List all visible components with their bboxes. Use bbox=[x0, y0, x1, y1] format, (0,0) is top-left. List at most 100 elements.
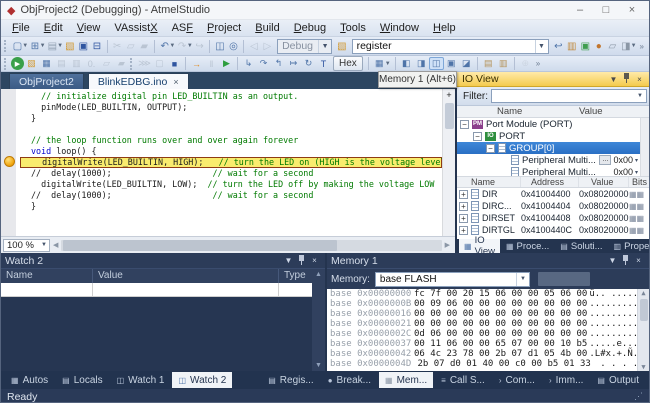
toolbar-grip[interactable] bbox=[4, 58, 8, 70]
io-register-column-header[interactable]: Name Address Value Bits bbox=[457, 176, 649, 188]
tree-expander-icon[interactable]: − bbox=[460, 120, 469, 129]
scroll-up-icon[interactable]: ▲ bbox=[638, 289, 649, 297]
editor-vertical-scrollbar[interactable]: + bbox=[442, 89, 455, 236]
find-icon[interactable]: ◎ bbox=[227, 39, 241, 54]
close-icon[interactable]: × bbox=[308, 256, 321, 265]
menu-window[interactable]: Window bbox=[373, 20, 426, 36]
bottom-tab-watch-1[interactable]: ◫Watch 1 bbox=[111, 372, 171, 388]
window-layout-icon[interactable]: ◫ bbox=[213, 39, 227, 54]
profile-icon[interactable]: ● bbox=[592, 39, 606, 54]
save-all-icon[interactable]: ⊟ bbox=[90, 39, 104, 54]
search-combo[interactable]: register▼ bbox=[352, 39, 549, 54]
debug-config-combo[interactable]: Debug▼ bbox=[277, 39, 332, 54]
io-tree-column-header[interactable]: Name Value bbox=[457, 106, 649, 118]
io-tree-row-peripheral-multi-[interactable]: Peripheral Multi...0x00▾ bbox=[457, 166, 649, 176]
watch-window-icon[interactable]: ◧ bbox=[399, 57, 414, 70]
memory-row[interactable]: base 0x00000000fc 7f 00 20 15 06 00 00 0… bbox=[327, 289, 649, 299]
tree-expander-icon[interactable]: − bbox=[473, 132, 482, 141]
tree-expander-icon[interactable]: − bbox=[486, 144, 495, 153]
window-position-icon[interactable]: ▼ bbox=[607, 75, 620, 84]
memory-1-header[interactable]: Memory 1 ▼ × bbox=[327, 253, 649, 269]
bottom-tab-regis-[interactable]: ▤Regis... bbox=[262, 372, 319, 388]
bottom-tab-watch-2[interactable]: ◫Watch 2 bbox=[172, 372, 232, 388]
stop-debug-icon[interactable]: ■ bbox=[167, 57, 182, 70]
panel-tab-proce-[interactable]: ▦Proce... bbox=[501, 239, 554, 253]
io-tree-row-peripheral-multi-[interactable]: Peripheral Multi......0x00▾ bbox=[457, 154, 649, 166]
watch-column-header[interactable]: Name Value Type bbox=[1, 269, 325, 283]
toolbar-grip[interactable] bbox=[4, 40, 8, 52]
watch-scrollbar[interactable]: ▲ ▼ bbox=[312, 269, 325, 371]
export-template-icon[interactable]: ▥ bbox=[565, 39, 579, 54]
bottom-tab-locals[interactable]: ▤Locals bbox=[56, 372, 108, 388]
navigate-back-icon[interactable]: ↩ bbox=[552, 39, 566, 54]
io-tree-row-port-module-port-[interactable]: −PMPort Module (PORT) bbox=[457, 118, 649, 130]
panel-tab-io-view[interactable]: ▦IO View bbox=[459, 239, 500, 253]
quick-open-icon[interactable]: ▧ bbox=[335, 39, 349, 54]
document-tab-objproject2[interactable]: ObjProject2 bbox=[9, 73, 84, 89]
memory-window-icon[interactable]: ▦ bbox=[372, 57, 387, 70]
breakpoints-window-icon[interactable]: ▤ bbox=[481, 57, 496, 70]
menu-debug[interactable]: Debug bbox=[287, 20, 333, 36]
bottom-tab-call-s-[interactable]: ≡Call S... bbox=[435, 372, 491, 388]
memory-row[interactable]: base 0x0000002C0d 06 00 00 00 00 00 00 0… bbox=[327, 329, 649, 339]
extension-icon[interactable]: ▱ bbox=[606, 39, 620, 54]
toolbar-overflow-icon[interactable]: » bbox=[637, 42, 647, 51]
io-register-row-dirc-[interactable]: +DIRC...0x410044040x08020000▦▦ bbox=[457, 200, 649, 212]
memory-view-window-icon[interactable]: ◫ bbox=[429, 57, 444, 70]
pin-icon[interactable] bbox=[620, 73, 633, 85]
bottom-tab-break-[interactable]: ●Break... bbox=[322, 372, 377, 388]
editor-zoom-combo[interactable]: 100 % ▼ bbox=[3, 239, 50, 252]
pin-icon[interactable] bbox=[619, 255, 632, 267]
new-file-icon[interactable]: ▢ bbox=[11, 39, 25, 54]
scroll-down-icon[interactable]: ▼ bbox=[638, 363, 649, 371]
row-expander-icon[interactable]: + bbox=[459, 214, 468, 223]
save-as-icon[interactable]: ▤ bbox=[46, 39, 60, 54]
menu-tools[interactable]: Tools bbox=[333, 20, 373, 36]
editor-horizontal-scrollbar[interactable] bbox=[61, 240, 441, 251]
bottom-tab-imm-[interactable]: ›Imm... bbox=[543, 372, 589, 388]
toolbar-grip[interactable] bbox=[130, 58, 134, 70]
step-out-icon[interactable]: ↰ bbox=[271, 57, 286, 70]
menu-project[interactable]: Project bbox=[200, 20, 248, 36]
io-tree-row-group-0-[interactable]: −GROUP[0] bbox=[457, 142, 649, 154]
memory-address-box[interactable] bbox=[538, 272, 590, 286]
document-tab-blinkedbg-ino[interactable]: BlinkEDBG.ino× bbox=[88, 73, 189, 89]
continue-icon[interactable]: ▶ bbox=[219, 57, 234, 70]
reset-icon[interactable]: ↻ bbox=[301, 57, 316, 70]
io-register-row-dirset[interactable]: +DIRSET0x410044080x08020000▦▦ bbox=[457, 212, 649, 224]
registers-window-icon[interactable]: ▣ bbox=[444, 57, 459, 70]
menu-view[interactable]: View bbox=[70, 20, 108, 36]
save-icon[interactable]: ▣ bbox=[77, 39, 91, 54]
io-tree-scrollbar[interactable] bbox=[640, 118, 649, 176]
add-item-icon[interactable]: ⊞ bbox=[28, 39, 42, 54]
hex-button[interactable]: Hex bbox=[333, 56, 363, 71]
bottom-tab-mem-[interactable]: ▦Mem... bbox=[379, 372, 433, 388]
show-next-statement-icon[interactable]: → bbox=[189, 57, 204, 70]
step-over-icon[interactable]: ↷ bbox=[256, 57, 271, 70]
code-editor[interactable]: // initialize digital pin LED_BUILTIN as… bbox=[1, 89, 455, 236]
disassembly-window-icon[interactable]: ◪ bbox=[459, 57, 474, 70]
bottom-tab-output[interactable]: ▤Output bbox=[591, 372, 645, 388]
resize-grip[interactable]: ⋰ bbox=[634, 391, 643, 402]
memory-row[interactable]: base 0x0000004D2b 07 d0 01 40 00 c0 00 b… bbox=[327, 359, 649, 369]
watch-empty-row[interactable] bbox=[1, 283, 325, 297]
memory-scroll-thumb[interactable] bbox=[640, 299, 648, 321]
memory-row[interactable]: base 0x0000003700 11 06 00 00 65 07 00 0… bbox=[327, 339, 649, 349]
memory-row[interactable]: base 0x0000000B00 09 06 00 00 00 00 00 0… bbox=[327, 299, 649, 309]
io-window-icon[interactable]: ▥ bbox=[496, 57, 511, 70]
open-folder-icon[interactable]: ▧ bbox=[24, 57, 39, 70]
open-folder-icon[interactable]: ▧ bbox=[63, 39, 77, 54]
package-icon[interactable]: ▣ bbox=[579, 39, 593, 54]
menu-help[interactable]: Help bbox=[426, 20, 463, 36]
toolbar-overflow-icon[interactable]: » bbox=[533, 59, 543, 68]
scroll-left-icon[interactable]: ◀ bbox=[50, 241, 61, 249]
vertical-scroll-thumb[interactable] bbox=[445, 103, 454, 129]
scroll-down-icon[interactable]: ▼ bbox=[312, 362, 325, 369]
minimize-button[interactable]: – bbox=[567, 2, 593, 19]
row-expander-icon[interactable]: + bbox=[459, 226, 468, 235]
memory-segment-combo[interactable]: base FLASH ▼ bbox=[375, 272, 530, 287]
menu-vassistx[interactable]: VAssistX bbox=[107, 20, 164, 36]
io-tree-row-port[interactable]: −IOPORT bbox=[457, 130, 649, 142]
undo-icon[interactable]: ↶ bbox=[158, 39, 172, 54]
menu-asf[interactable]: ASF bbox=[165, 20, 200, 36]
